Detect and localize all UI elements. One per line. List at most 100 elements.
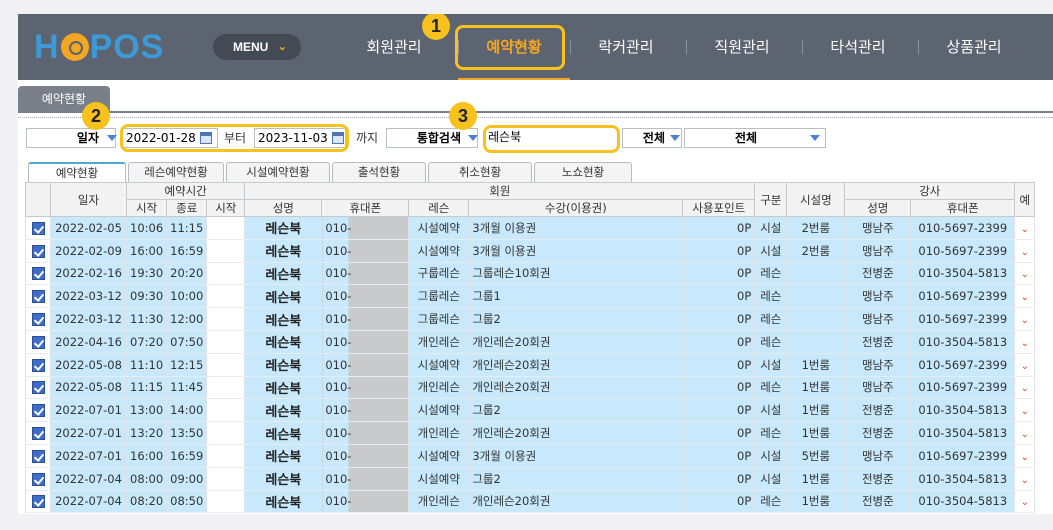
column-header-facility[interactable]: 시설명 [786,182,846,217]
row-start-2 [206,238,246,263]
table-row[interactable]: 2022-07-01 13:00 14:00 레슨북 010- 시설예약 그룹2 0P 시설 1번… [25,398,1036,423]
column-header-pass[interactable]: 수강(이용권) [468,199,684,217]
column-header-member-phone[interactable]: 휴대폰 [321,199,410,217]
checkbox-checked-icon[interactable] [31,495,45,509]
row-start: 16:00 [125,443,168,468]
table-row[interactable]: 2022-03-12 09:30 10:00 레슨북 010- 그룹레슨 그룹1 0P 레슨 맹남… [25,284,1036,309]
dropdown-arrow-icon [468,135,478,141]
checkbox-checked-icon[interactable] [31,427,45,441]
row-pass: 그룹2 [468,307,684,331]
row-instructor-name: 맹남주 [844,375,912,400]
table-row[interactable]: 2022-02-09 16:00 16:59 레슨북 010- 시설예약 3개월 이용권 0P… [25,238,1036,263]
filter-select-2[interactable]: 전체 [684,128,826,148]
column-header-start[interactable]: 시작 [125,199,168,217]
checkbox-checked-icon[interactable] [31,313,45,327]
row-facility: 1번룸 [786,375,846,400]
row-end: 08:50 [166,489,208,514]
row-checkbox[interactable] [25,307,51,331]
row-checkbox[interactable] [25,352,51,377]
column-header-end[interactable]: 종료 [166,199,208,217]
table-row[interactable]: 2022-02-05 10:06 11:15 레슨북 010- 시설예약 3개월 이용권 0P… [25,216,1036,240]
column-header-points[interactable]: 사용포인트 [682,199,756,217]
checkbox-checked-icon[interactable] [31,449,45,463]
row-member-name: 레슨북 [244,307,323,331]
column-header-category[interactable]: 구분 [754,182,788,217]
row-pass: 3개월 이용권 [468,443,684,468]
checkbox-checked-icon[interactable] [31,358,45,372]
column-header-extra[interactable]: 예 [1014,182,1036,217]
row-extra: ⌄ [1014,284,1036,309]
date-type-select[interactable]: 일자 [26,128,116,148]
column-header-instructor-name[interactable]: 성명 [844,199,912,217]
nav-item-lockers[interactable]: 락커관리 [570,34,682,60]
row-member-phone: 010- [321,284,410,309]
table-row[interactable]: 2022-05-08 11:15 11:45 레슨북 010- 개인레슨 개인레슨20회권 0… [25,375,1036,400]
highlight-date-range [120,124,349,152]
checkbox-checked-icon[interactable] [31,472,45,486]
chevron-down-icon: ⌄ [1020,406,1029,418]
row-checkbox[interactable] [25,375,51,400]
row-start-2 [206,421,246,445]
row-instructor-phone: 010-3504-5813 [910,329,1016,354]
row-category: 시설 [754,238,788,263]
menu-button[interactable]: MENU ⌄ [213,34,301,60]
checkbox-checked-icon[interactable] [31,404,45,418]
checkbox-checked-icon[interactable] [31,335,45,349]
checkbox-checked-icon[interactable] [31,290,45,304]
row-extra: ⌄ [1014,489,1036,514]
table-row[interactable]: 2022-04-16 07:20 07:50 레슨북 010- 개인레슨 개인레슨20회권 0… [25,329,1036,354]
tab-reservations[interactable]: 예약현황 [28,162,126,183]
table-row[interactable]: 2022-07-01 13:20 13:50 레슨북 010- 개인레슨 개인레슨20회권 0… [25,421,1036,445]
row-checkbox[interactable] [25,329,51,354]
row-checkbox[interactable] [25,421,51,445]
row-date: 2022-05-08 [50,375,127,400]
row-checkbox[interactable] [25,443,51,468]
table-row[interactable]: 2022-07-01 16:00 16:59 레슨북 010- 시설예약 3개월 이용권 0P… [25,443,1036,468]
row-pass: 그룹2 [468,398,684,423]
row-member-phone: 010- [321,329,410,354]
column-header-member-name[interactable]: 성명 [244,199,323,217]
table-row[interactable]: 2022-05-08 11:10 12:15 레슨북 010- 시설예약 개인레슨20회권 0… [25,352,1036,377]
column-header-date[interactable]: 일자 [50,182,127,217]
tab-cancellations[interactable]: 취소현황 [428,162,532,182]
row-extra: ⌄ [1014,466,1036,491]
app-logo[interactable]: H POS [34,28,164,67]
row-facility: 1번룸 [786,489,846,514]
row-member-phone: 010- [321,443,410,468]
table-row[interactable]: 2022-07-04 08:20 08:50 레슨북 010- 개인레슨 개인레슨20회권 0… [25,489,1036,514]
tab-no-shows[interactable]: 노쇼현황 [534,162,632,182]
row-checkbox[interactable] [25,398,51,423]
row-checkbox[interactable] [25,216,51,240]
checkbox-checked-icon[interactable] [31,267,45,281]
checkbox-checked-icon[interactable] [31,381,45,395]
table-row[interactable]: 2022-07-04 08:00 09:00 레슨북 010- 시설예약 그룹2 0P 시설 1번… [25,466,1036,491]
checkbox-checked-icon[interactable] [31,221,45,235]
tab-attendance[interactable]: 출석현황 [332,162,426,182]
row-checkbox[interactable] [25,261,51,286]
row-start: 13:00 [125,398,168,423]
nav-item-products[interactable]: 상품관리 [918,34,1030,60]
row-checkbox[interactable] [25,284,51,309]
nav-item-staff[interactable]: 직원관리 [686,34,798,60]
tab-facility-reservations[interactable]: 시설예약현황 [226,162,330,182]
row-member-phone: 010- [321,216,410,240]
checkbox-checked-icon[interactable] [31,244,45,258]
row-checkbox[interactable] [25,466,51,491]
column-header-instructor-phone[interactable]: 휴대폰 [910,199,1016,217]
nav-item-booths[interactable]: 타석관리 [802,34,914,60]
tab-lesson-reservations[interactable]: 레슨예약현황 [128,162,224,182]
search-type-select[interactable]: 통합검색 [386,128,478,148]
table-row[interactable]: 2022-03-12 11:30 12:00 레슨북 010- 그룹레슨 그룹2 0P 레슨 맹남… [25,307,1036,331]
table-row[interactable]: 2022-02-16 19:30 20:20 레슨북 010- 구룹레슨 그룹레슨10회권 0… [25,261,1036,286]
row-checkbox[interactable] [25,238,51,263]
row-category: 레슨 [754,489,788,514]
column-header-lesson[interactable]: 레슨 [408,199,470,217]
row-points: 0P [682,284,756,309]
row-facility: 1번룸 [786,466,846,491]
row-start-2 [206,489,246,514]
dropdown-arrow-icon [810,135,820,141]
row-date: 2022-05-08 [50,352,127,377]
row-checkbox[interactable] [25,489,51,514]
column-header-start-2[interactable]: 시작 [206,199,246,217]
row-member-phone: 010- [321,261,410,286]
